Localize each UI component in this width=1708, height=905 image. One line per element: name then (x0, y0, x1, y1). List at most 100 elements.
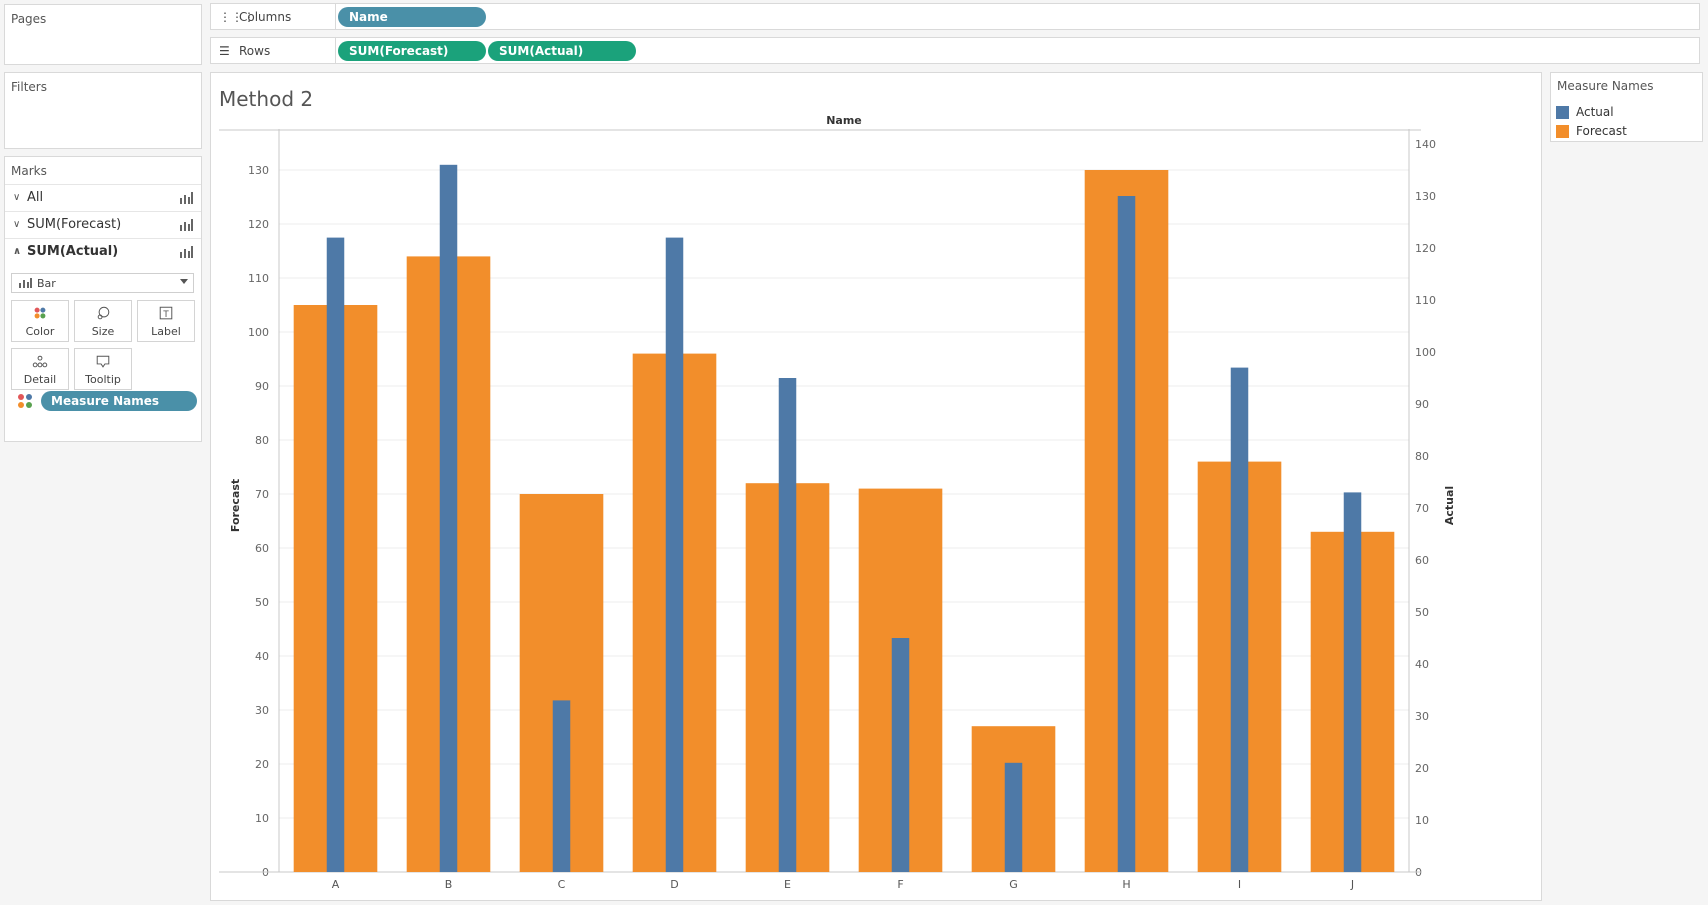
bar-actual-J (1343, 492, 1362, 872)
size-button-label: Size (91, 325, 115, 338)
tooltip-button-label: Tooltip (85, 373, 121, 386)
legend-swatch (1556, 124, 1569, 138)
y-left-tick-label: 100 (248, 326, 269, 339)
label-button-label: Label (151, 325, 181, 338)
bar-chart-icon (180, 246, 193, 258)
size-button[interactable]: Size (74, 300, 132, 342)
bar-actual-C (552, 700, 571, 872)
bar-chart-icon (19, 278, 32, 288)
name-pill[interactable]: Name (338, 7, 486, 27)
bar-actual-F (891, 638, 910, 872)
x-tick-label: E (784, 878, 791, 891)
y-right-tick-label: 90 (1415, 398, 1429, 411)
pages-card[interactable]: Pages (4, 4, 202, 65)
marks-tab-label: SUM(Forecast) (27, 217, 122, 232)
bar-actual-A (326, 237, 345, 873)
detail-button[interactable]: Detail (11, 348, 69, 390)
bar-chart-icon (180, 192, 193, 204)
y-right-tick-label: 120 (1415, 242, 1436, 255)
marks-tab-sum-actual[interactable]: ∧ SUM(Actual) (5, 238, 201, 264)
marks-tab-sum-forecast[interactable]: ∨ SUM(Forecast) (5, 211, 201, 237)
rows-shelf[interactable]: ☰ Rows SUM(Forecast) SUM(Actual) (210, 37, 1700, 64)
bar-actual-I (1230, 367, 1249, 872)
y-right-tick-label: 60 (1415, 554, 1429, 567)
marks-tab-all[interactable]: ∨ All (5, 184, 201, 210)
legend-item-forecast[interactable]: Forecast (1556, 123, 1627, 139)
x-tick-label: F (897, 878, 903, 891)
y-right-tick-label: 80 (1415, 450, 1429, 463)
tooltip-icon (96, 355, 110, 368)
bar-actual-H (1117, 196, 1136, 872)
chevron-up-icon: ∧ (13, 246, 22, 257)
filters-card[interactable]: Filters (4, 72, 202, 149)
x-tick-label: A (332, 878, 340, 891)
mark-type-value: Bar (37, 276, 56, 290)
label-icon: T (159, 306, 173, 320)
x-tick-label: C (558, 878, 566, 891)
dual-axis-bar-chart[interactable]: Name010203040506070809010011012013001020… (211, 73, 1541, 900)
legend-label: Forecast (1576, 124, 1627, 138)
x-tick-label: I (1238, 878, 1241, 891)
chevron-down-icon: ∨ (13, 219, 21, 230)
legend-card: Measure Names Actual Forecast (1550, 72, 1703, 142)
columns-label-text: Columns (239, 9, 292, 24)
chevron-down-icon: ∨ (13, 192, 21, 203)
color-dots-icon (18, 394, 32, 408)
y-left-tick-label: 80 (255, 434, 269, 447)
columns-shelf-label: ⋮⋮⋮ Columns (211, 4, 336, 29)
y-left-tick-label: 120 (248, 218, 269, 231)
pages-title: Pages (11, 12, 47, 26)
y-left-tick-label: 90 (255, 380, 269, 393)
y-left-tick-label: 20 (255, 758, 269, 771)
rows-shelf-label: ☰ Rows (211, 38, 336, 63)
y-left-tick-label: 130 (248, 164, 269, 177)
x-tick-label: B (445, 878, 453, 891)
marks-tab-label: SUM(Actual) (27, 244, 119, 259)
y-left-tick-label: 110 (248, 272, 269, 285)
x-tick-label: J (1350, 878, 1354, 891)
x-tick-label: D (670, 878, 678, 891)
legend-item-actual[interactable]: Actual (1556, 104, 1614, 120)
sum-actual-pill[interactable]: SUM(Actual) (488, 41, 636, 61)
y-right-tick-label: 20 (1415, 762, 1429, 775)
legend-swatch (1556, 105, 1569, 119)
detail-icon (32, 355, 48, 368)
bar-actual-E (778, 378, 797, 872)
bar-actual-G (1004, 762, 1023, 872)
y-left-tick-label: 70 (255, 488, 269, 501)
y-left-tick-label: 50 (255, 596, 269, 609)
tooltip-button[interactable]: Tooltip (74, 348, 132, 390)
x-tick-label: G (1009, 878, 1018, 891)
y-left-tick-label: 30 (255, 704, 269, 717)
marks-title: Marks (11, 164, 47, 178)
sum-forecast-pill[interactable]: SUM(Forecast) (338, 41, 486, 61)
measure-names-pill[interactable]: Measure Names (41, 391, 197, 411)
y-right-tick-label: 100 (1415, 346, 1436, 359)
detail-button-label: Detail (23, 373, 57, 386)
bar-actual-B (439, 164, 458, 873)
y-right-tick-label: 70 (1415, 502, 1429, 515)
y-right-tick-label: 140 (1415, 138, 1436, 151)
marks-tab-label: All (27, 190, 44, 205)
y-right-tick-label: 110 (1415, 294, 1436, 307)
columns-icon: ⋮⋮⋮ (219, 9, 255, 24)
columns-shelf[interactable]: ⋮⋮⋮ Columns Name (210, 3, 1700, 30)
legend-title: Measure Names (1557, 79, 1654, 93)
size-icon (97, 306, 110, 320)
color-button[interactable]: Color (11, 300, 69, 342)
label-button[interactable]: T Label (137, 300, 195, 342)
filters-title: Filters (11, 80, 47, 94)
bar-chart-icon (180, 219, 193, 231)
viz-panel: Method 2 Name010203040506070809010011012… (210, 72, 1542, 901)
column-header-name: Name (826, 114, 862, 127)
y-left-axis-title: Forecast (229, 479, 242, 532)
color-dots-icon (34, 307, 46, 319)
y-right-tick-label: 10 (1415, 814, 1429, 827)
svg-text:T: T (162, 310, 169, 320)
bar-actual-D (665, 237, 684, 873)
y-left-tick-label: 10 (255, 812, 269, 825)
rows-label-text: Rows (239, 43, 271, 58)
mark-type-dropdown[interactable]: Bar (11, 273, 194, 293)
color-button-label: Color (25, 325, 55, 338)
marks-card: Marks ∨ All ∨ SUM(Forecast) ∧ SUM(Actual… (4, 156, 202, 442)
